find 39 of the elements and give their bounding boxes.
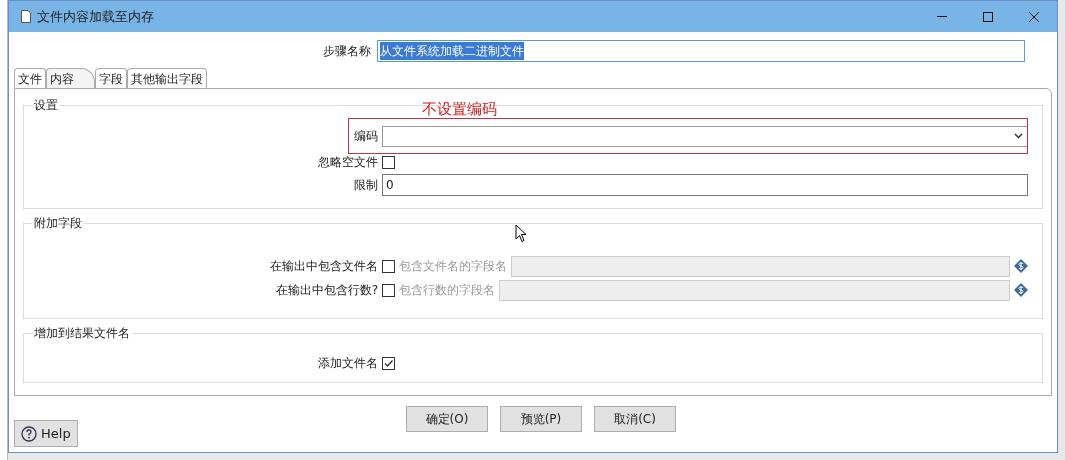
include-label: 在输出中包含行数?: [274, 282, 378, 299]
field-name-label: 包含文件名的字段名: [399, 258, 507, 275]
variable-icon[interactable]: [1014, 259, 1028, 273]
limit-label: 限制: [353, 177, 379, 194]
document-icon: [21, 10, 31, 23]
field-name-label: 包含行数的字段名: [399, 282, 495, 299]
field-name-input[interactable]: [511, 255, 1010, 277]
tab[interactable]: 其他输出字段: [127, 68, 207, 88]
dialog-button[interactable]: 预览(P): [500, 406, 582, 432]
tab[interactable]: 字段: [95, 68, 127, 88]
annotation-text: 不设置编码: [422, 100, 497, 118]
variable-icon[interactable]: [1014, 283, 1028, 297]
field-name-input[interactable]: [499, 279, 1010, 301]
maximize-icon: [983, 11, 993, 22]
close-icon: [1029, 11, 1039, 22]
dialog-button[interactable]: 取消(C): [594, 406, 676, 432]
checkmark-icon: [383, 357, 394, 369]
window-title: 文件内容加载至内存: [37, 7, 154, 26]
encoding-label: 编码: [353, 128, 379, 145]
minimize-icon: [937, 16, 947, 17]
step-name-label: 步骤名称: [322, 43, 372, 60]
group-title: 设置: [32, 97, 60, 113]
tab[interactable]: 内容: [46, 68, 95, 88]
mouse-cursor-icon: [515, 224, 528, 243]
ignore-empty-label: 忽略空文件: [317, 154, 379, 171]
chevron-down-icon: [1014, 133, 1023, 139]
group-title: 增加到结果文件名: [32, 325, 132, 341]
limit-field[interactable]: 0: [382, 174, 1028, 196]
add-filename-label: 添加文件名: [317, 355, 379, 372]
group-title: 附加字段: [32, 215, 84, 231]
encoding-dropdown[interactable]: [382, 125, 1028, 147]
checkbox[interactable]: [382, 155, 395, 169]
tab[interactable]: 文件: [14, 68, 46, 88]
checkbox[interactable]: [382, 356, 395, 370]
help-icon: [21, 425, 37, 442]
help-button[interactable]: Help: [14, 420, 78, 447]
step-name-field[interactable]: 从文件系统加载二进制文件: [377, 40, 1025, 62]
include-label: 在输出中包含文件名: [269, 258, 378, 275]
dialog-button[interactable]: 确定(O): [406, 406, 488, 432]
